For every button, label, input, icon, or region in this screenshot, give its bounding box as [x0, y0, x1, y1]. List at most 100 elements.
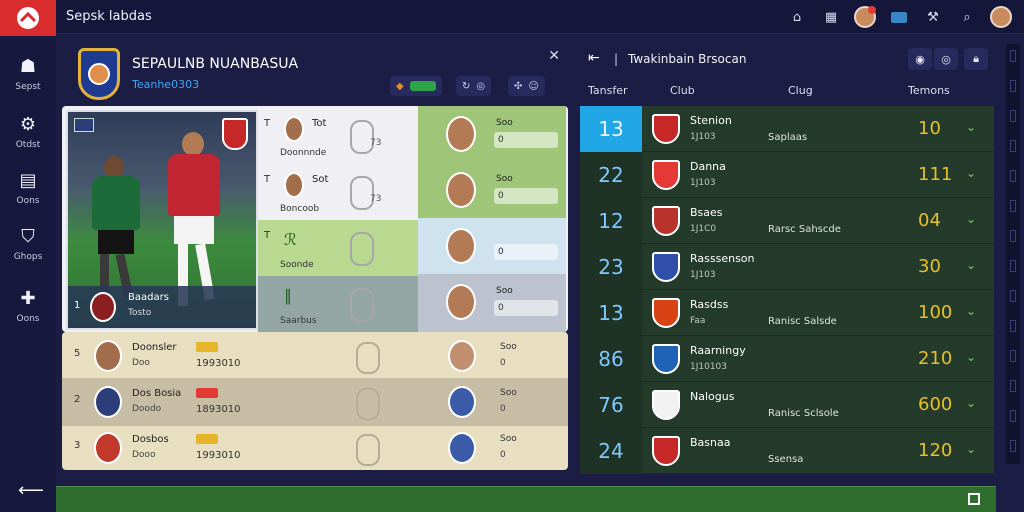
featured-badge [90, 292, 116, 322]
back-arrow-icon[interactable]: ⇤ [588, 50, 600, 66]
transfer-row[interactable]: 13 Rasdss Faa Ranisc Salsde 100 ⌄ [580, 290, 994, 336]
chevron-down-icon[interactable]: ⌄ [966, 396, 976, 410]
notification-icon[interactable] [854, 6, 876, 28]
transfer-row[interactable]: 24 Basnaa Ssensa 120 ⌄ [580, 428, 994, 474]
squad-row[interactable]: T ℛ Soonde [258, 220, 418, 276]
squad-row[interactable]: T Tot Doonnnde 73 [258, 108, 418, 164]
transfer-club-sub: 1J103 [690, 178, 716, 188]
reserve-row[interactable]: 2 Dos Bosia Doodo 1893010 Soo 0 [66, 380, 566, 424]
refresh-icon: ↻ [462, 80, 471, 92]
player-card[interactable]: Soo 0 [420, 276, 566, 332]
toggle-pill[interactable] [409, 81, 436, 91]
calendar-icon[interactable]: ▦ [820, 6, 842, 28]
player-card[interactable]: Soo 0 [420, 108, 566, 164]
reserve-label: Soo [500, 388, 517, 398]
kit-icon: ∥ [284, 286, 292, 305]
transfer-detail: Rarsc Sahscde [768, 224, 841, 235]
sidebar-item-club[interactable]: ☗ Sepst [0, 56, 56, 92]
player-face [446, 172, 476, 208]
transfer-club-sub: Faa [690, 316, 706, 326]
chevron-down-icon[interactable]: ⌄ [966, 304, 976, 318]
reserve-sub: Doodo [132, 404, 162, 414]
chevron-down-icon[interactable]: ⌄ [966, 442, 976, 456]
transfer-header: ⇤ | Twakinbain Brsocan ◉ ◎ 🔒︎ [578, 40, 998, 80]
column-header[interactable]: Club [670, 84, 695, 97]
user-avatar[interactable] [990, 6, 1012, 28]
squad-grid: 1 Baadars Tosto T Tot Doonnnde 73 T Sot … [62, 106, 568, 476]
transfer-title: Twakinbain Brsocan [628, 52, 747, 66]
add-icon: ✚ [20, 288, 36, 309]
sidebar-item-add[interactable]: ✚ Oons [0, 288, 56, 324]
transfer-club-name: Stenion [690, 114, 732, 127]
row-value: 73 [370, 138, 382, 148]
transfer-row[interactable]: 22 Danna 1J103 111 ⌄ [580, 152, 994, 198]
reserve-row[interactable]: 5 Doonsler Doo 1993010 Soo 0 [66, 334, 566, 378]
lock-button[interactable]: 🔒︎ [964, 48, 988, 70]
card-label: Soo [496, 286, 513, 296]
sidebar-item-shield[interactable]: ⛉ Ghops [0, 226, 56, 262]
sidebar-item-label: Ghops [13, 252, 43, 262]
close-icon[interactable]: ✕ [548, 48, 560, 64]
reserve-number: 1993010 [196, 358, 241, 369]
app-logo[interactable] [0, 0, 56, 36]
divider-icon: | [614, 52, 619, 66]
transfer-row[interactable]: 23 Rasssenson 1J103 30 ⌄ [580, 244, 994, 290]
stat-ring-icon [350, 232, 374, 266]
transfer-row[interactable]: 12 Bsaes 1J1C0 Rarsc Sahscde 04 ⌄ [580, 198, 994, 244]
player-card[interactable]: Soo 0 [420, 164, 566, 220]
featured-player-card[interactable]: 1 Baadars Tosto [66, 110, 258, 330]
transfer-score: 100 [918, 302, 953, 323]
chevron-down-icon[interactable]: ⌄ [966, 258, 976, 272]
folder-icon[interactable] [888, 6, 910, 28]
chevron-down-icon[interactable]: ⌄ [966, 166, 976, 180]
sidebar-item-documents[interactable]: ▤ Oons [0, 170, 56, 206]
transfer-row[interactable]: 13 Stenion 1J103 Saplaas 10 ⌄ [580, 106, 994, 152]
row-sub: Soonde [280, 260, 314, 270]
filter-chip[interactable]: ◆ [390, 76, 442, 96]
player-face [446, 284, 476, 320]
transfer-club-name: Raarningy [690, 344, 746, 357]
player-face [446, 116, 476, 152]
team-chip[interactable]: ✣ ☺ [508, 76, 545, 96]
squad-row[interactable]: ∥ Saarbus [258, 276, 418, 332]
transfer-score: 210 [918, 348, 953, 369]
stat-ring-icon [356, 342, 380, 374]
chevron-down-icon[interactable]: ⌄ [966, 120, 976, 134]
filter-button[interactable]: ◉ [908, 48, 932, 70]
sort-button[interactable]: ◎ [934, 48, 958, 70]
transfer-club-sub: 1J10103 [690, 362, 728, 372]
card-label: Soo [496, 174, 513, 184]
chevron-down-icon[interactable]: ⌄ [966, 350, 976, 364]
tools-icon[interactable]: ⚒ [922, 6, 944, 28]
player-face [446, 228, 476, 264]
transfer-club-name: Danna [690, 160, 726, 173]
expand-icon[interactable] [968, 493, 980, 505]
transfer-rank: 76 [580, 382, 642, 428]
stat-ring-icon [350, 176, 374, 210]
reserve-avatar [94, 432, 122, 464]
column-header[interactable]: Tansfer [588, 84, 628, 97]
transfer-score: 111 [918, 164, 953, 185]
squad-row[interactable]: T Sot Boncoob 73 [258, 164, 418, 220]
transfer-row[interactable]: 86 Raarningy 1J10103 210 ⌄ [580, 336, 994, 382]
sidebar-item-settings[interactable]: ⚙ Otdst [0, 114, 56, 150]
back-arrow-icon[interactable]: ⟵ [18, 480, 44, 501]
search-icon[interactable]: ⌕ [956, 6, 978, 28]
player-card[interactable]: 0 [420, 220, 566, 276]
player-figure-green [88, 156, 144, 306]
chevron-down-icon[interactable]: ⌄ [966, 212, 976, 226]
reserve-row[interactable]: 3 Dosbos Dooo 1993010 Soo 0 [66, 426, 566, 470]
top-bar: Sepsk labdas ⌂ ▦ ⚒ ⌕ [0, 0, 1024, 36]
refresh-chip[interactable]: ↻ ◎ [456, 76, 492, 96]
home-icon[interactable]: ⌂ [786, 6, 808, 28]
row-name: Sot [312, 174, 329, 185]
transfer-row[interactable]: 76 Nalogus Ranisc Sclsole 600 ⌄ [580, 382, 994, 428]
side-scrollbar[interactable] [1006, 44, 1020, 464]
column-header[interactable]: Clug [788, 84, 813, 97]
club-shield-icon [652, 206, 680, 236]
reserve-index: 2 [74, 394, 81, 405]
column-header[interactable]: Temons [908, 84, 950, 97]
club-shield-icon [652, 114, 680, 144]
reserve-name: Doonsler [132, 342, 177, 353]
club-shield-icon [222, 118, 248, 150]
